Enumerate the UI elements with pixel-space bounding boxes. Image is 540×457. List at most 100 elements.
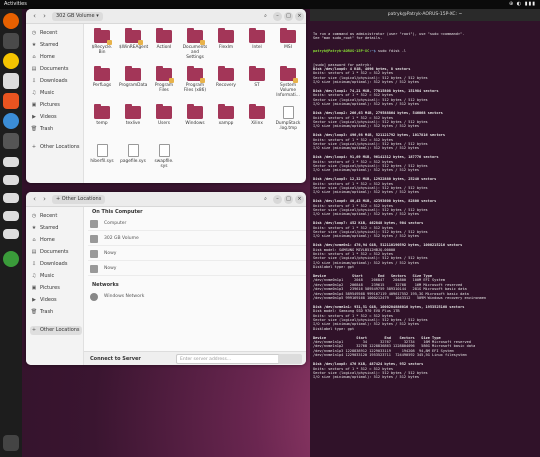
file-item[interactable]: swapfile. sys bbox=[150, 144, 178, 169]
sidebar-item[interactable]: ▤ Documents bbox=[30, 65, 82, 74]
drive-row[interactable]: Nowy▲ bbox=[88, 247, 306, 261]
folder-item[interactable]: MSI bbox=[274, 28, 302, 50]
drive-row[interactable]: Computer bbox=[88, 217, 306, 231]
sidebar-item[interactable]: ⌂ Home bbox=[30, 53, 82, 62]
minimize-button[interactable]: – bbox=[273, 12, 282, 21]
activities-button[interactable]: Activities bbox=[4, 0, 27, 9]
terminal-window[interactable]: patryk@Patryk-AORUS-15P-XC: ~ To run a c… bbox=[310, 9, 540, 457]
search-icon[interactable]: ⌕ bbox=[261, 195, 270, 204]
sidebar-item[interactable]: ♫ Music bbox=[30, 272, 82, 281]
path-bar[interactable]: 302 GB Volume ▾ bbox=[52, 12, 103, 21]
sidebar-item[interactable]: ◷ Recent bbox=[30, 29, 82, 38]
server-address-input[interactable]: Enter server address... bbox=[176, 354, 286, 364]
item-label: texlive bbox=[125, 121, 141, 126]
drive-icon[interactable] bbox=[3, 175, 19, 185]
drive-icon[interactable] bbox=[3, 229, 19, 239]
firefox-icon[interactable] bbox=[3, 13, 19, 29]
sidebar-item[interactable]: ★ Starred bbox=[30, 224, 82, 233]
sidebar-item-label: Documents bbox=[40, 249, 69, 255]
drive-icon bbox=[90, 265, 98, 273]
forward-button[interactable]: › bbox=[40, 12, 49, 21]
folder-item[interactable]: Program Files (x86) bbox=[181, 66, 209, 93]
folder-item[interactable]: Users bbox=[150, 104, 178, 126]
writer-icon[interactable] bbox=[3, 73, 19, 89]
sidebar-item[interactable]: + Other Locations bbox=[30, 143, 82, 152]
terminal-icon[interactable] bbox=[3, 133, 19, 149]
terminal-output[interactable]: To run a command as administrator (user … bbox=[313, 23, 538, 389]
sidebar-item[interactable]: ▣ Pictures bbox=[30, 101, 82, 110]
sidebar-icon: ★ bbox=[31, 225, 37, 231]
sidebar-item-label: Videos bbox=[40, 297, 57, 303]
show-apps-icon[interactable] bbox=[3, 435, 19, 451]
sidebar-item[interactable]: ⇩ Downloads bbox=[30, 77, 82, 86]
drive-icon[interactable] bbox=[3, 211, 19, 221]
connect-button[interactable] bbox=[278, 354, 302, 364]
sidebar-item[interactable]: ★ Starred bbox=[30, 41, 82, 50]
files-icon[interactable] bbox=[3, 33, 19, 49]
prompt-user: patryk@Patryk-AORUS-15P-XC bbox=[313, 49, 370, 54]
minimize-button[interactable]: – bbox=[273, 195, 282, 204]
folder-item[interactable]: xampp bbox=[212, 104, 240, 126]
maximize-button[interactable]: □ bbox=[284, 12, 293, 21]
folder-item[interactable]: Intel bbox=[243, 28, 271, 50]
sidebar-item[interactable]: ⌂ Home bbox=[30, 236, 82, 245]
back-button[interactable]: ‹ bbox=[30, 195, 39, 204]
network-row[interactable]: Windows Network bbox=[88, 290, 306, 304]
top-bar: Activities ⊕ ◐ ▮▮▮ bbox=[0, 0, 540, 9]
item-label: xampp bbox=[218, 121, 234, 126]
folder-item[interactable]: ProgramData bbox=[119, 66, 147, 88]
sidebar-item-label: Home bbox=[40, 237, 55, 243]
file-item[interactable]: pagefile.sys bbox=[119, 144, 147, 164]
folder-item[interactable]: ST bbox=[243, 66, 271, 88]
close-button[interactable]: × bbox=[295, 195, 304, 204]
folder-item[interactable]: temp bbox=[88, 104, 116, 126]
dock bbox=[0, 9, 22, 457]
folder-item[interactable]: System Volume Informati... bbox=[274, 66, 302, 98]
sidebar-item[interactable]: ▶ Videos bbox=[30, 113, 82, 122]
folder-item[interactable]: Recovery bbox=[212, 66, 240, 88]
sidebar-item[interactable]: ▶ Videos bbox=[30, 296, 82, 305]
sidebar-item[interactable]: ▣ Pictures bbox=[30, 284, 82, 293]
folder-item[interactable]: $WinREAgent bbox=[119, 28, 148, 50]
sidebar-item-label: Music bbox=[40, 90, 55, 96]
folder-item[interactable]: PerfLogs bbox=[88, 66, 116, 88]
drive-icon[interactable] bbox=[3, 157, 19, 167]
section-networks: Networks bbox=[92, 282, 119, 288]
rhythmbox-icon[interactable] bbox=[3, 53, 19, 69]
folder-item[interactable]: Documents and Settings bbox=[181, 28, 209, 60]
sidebar-item[interactable]: ▤ Documents bbox=[30, 248, 82, 257]
folder-icon bbox=[280, 66, 298, 83]
drive-icon[interactable] bbox=[3, 193, 19, 203]
folder-item[interactable]: Xilinx bbox=[243, 104, 271, 126]
sidebar-item[interactable]: 🗑 Trash bbox=[30, 308, 82, 317]
item-label: $Recycle. Bin bbox=[91, 45, 113, 55]
drive-row[interactable]: 302 GB Volume▲ bbox=[88, 232, 306, 246]
sidebar-item[interactable]: ♫ Music bbox=[30, 89, 82, 98]
close-button[interactable]: × bbox=[295, 12, 304, 21]
maximize-button[interactable]: □ bbox=[284, 195, 293, 204]
file-item[interactable]: hiberfil.sys bbox=[88, 144, 116, 164]
system-tray[interactable]: ⊕ ◐ ▮▮▮ bbox=[509, 0, 536, 9]
sidebar-item[interactable]: 🗑 Trash bbox=[30, 125, 82, 134]
back-button[interactable]: ‹ bbox=[30, 12, 39, 21]
sidebar-icon: ◷ bbox=[31, 30, 37, 36]
folder-item[interactable]: Windows bbox=[181, 104, 209, 126]
drive-row[interactable]: Nowy▲ bbox=[88, 262, 306, 276]
folder-item[interactable]: ActionI bbox=[150, 28, 178, 50]
app-center-icon[interactable] bbox=[3, 93, 19, 109]
folder-item[interactable]: Program Files bbox=[150, 66, 178, 93]
sidebar-item[interactable]: + Other Locations bbox=[30, 326, 82, 335]
folder-item[interactable]: FlexIm bbox=[212, 28, 240, 50]
sidebar-item-label: Recent bbox=[40, 30, 58, 36]
file-item[interactable]: DumpStack .log.tmp bbox=[274, 106, 302, 131]
search-icon[interactable]: ⌕ bbox=[261, 12, 270, 21]
help-icon[interactable] bbox=[3, 113, 19, 129]
sidebar-item[interactable]: ◷ Recent bbox=[30, 212, 82, 221]
path-bar[interactable]: + Other Locations bbox=[52, 195, 106, 204]
forward-button[interactable]: › bbox=[40, 195, 49, 204]
folder-item[interactable]: $Recycle. Bin bbox=[88, 28, 116, 55]
folder-item[interactable]: texlive bbox=[119, 104, 147, 126]
trash-icon[interactable] bbox=[3, 251, 19, 267]
folder-icon bbox=[218, 66, 234, 81]
sidebar-item[interactable]: ⇩ Downloads bbox=[30, 260, 82, 269]
